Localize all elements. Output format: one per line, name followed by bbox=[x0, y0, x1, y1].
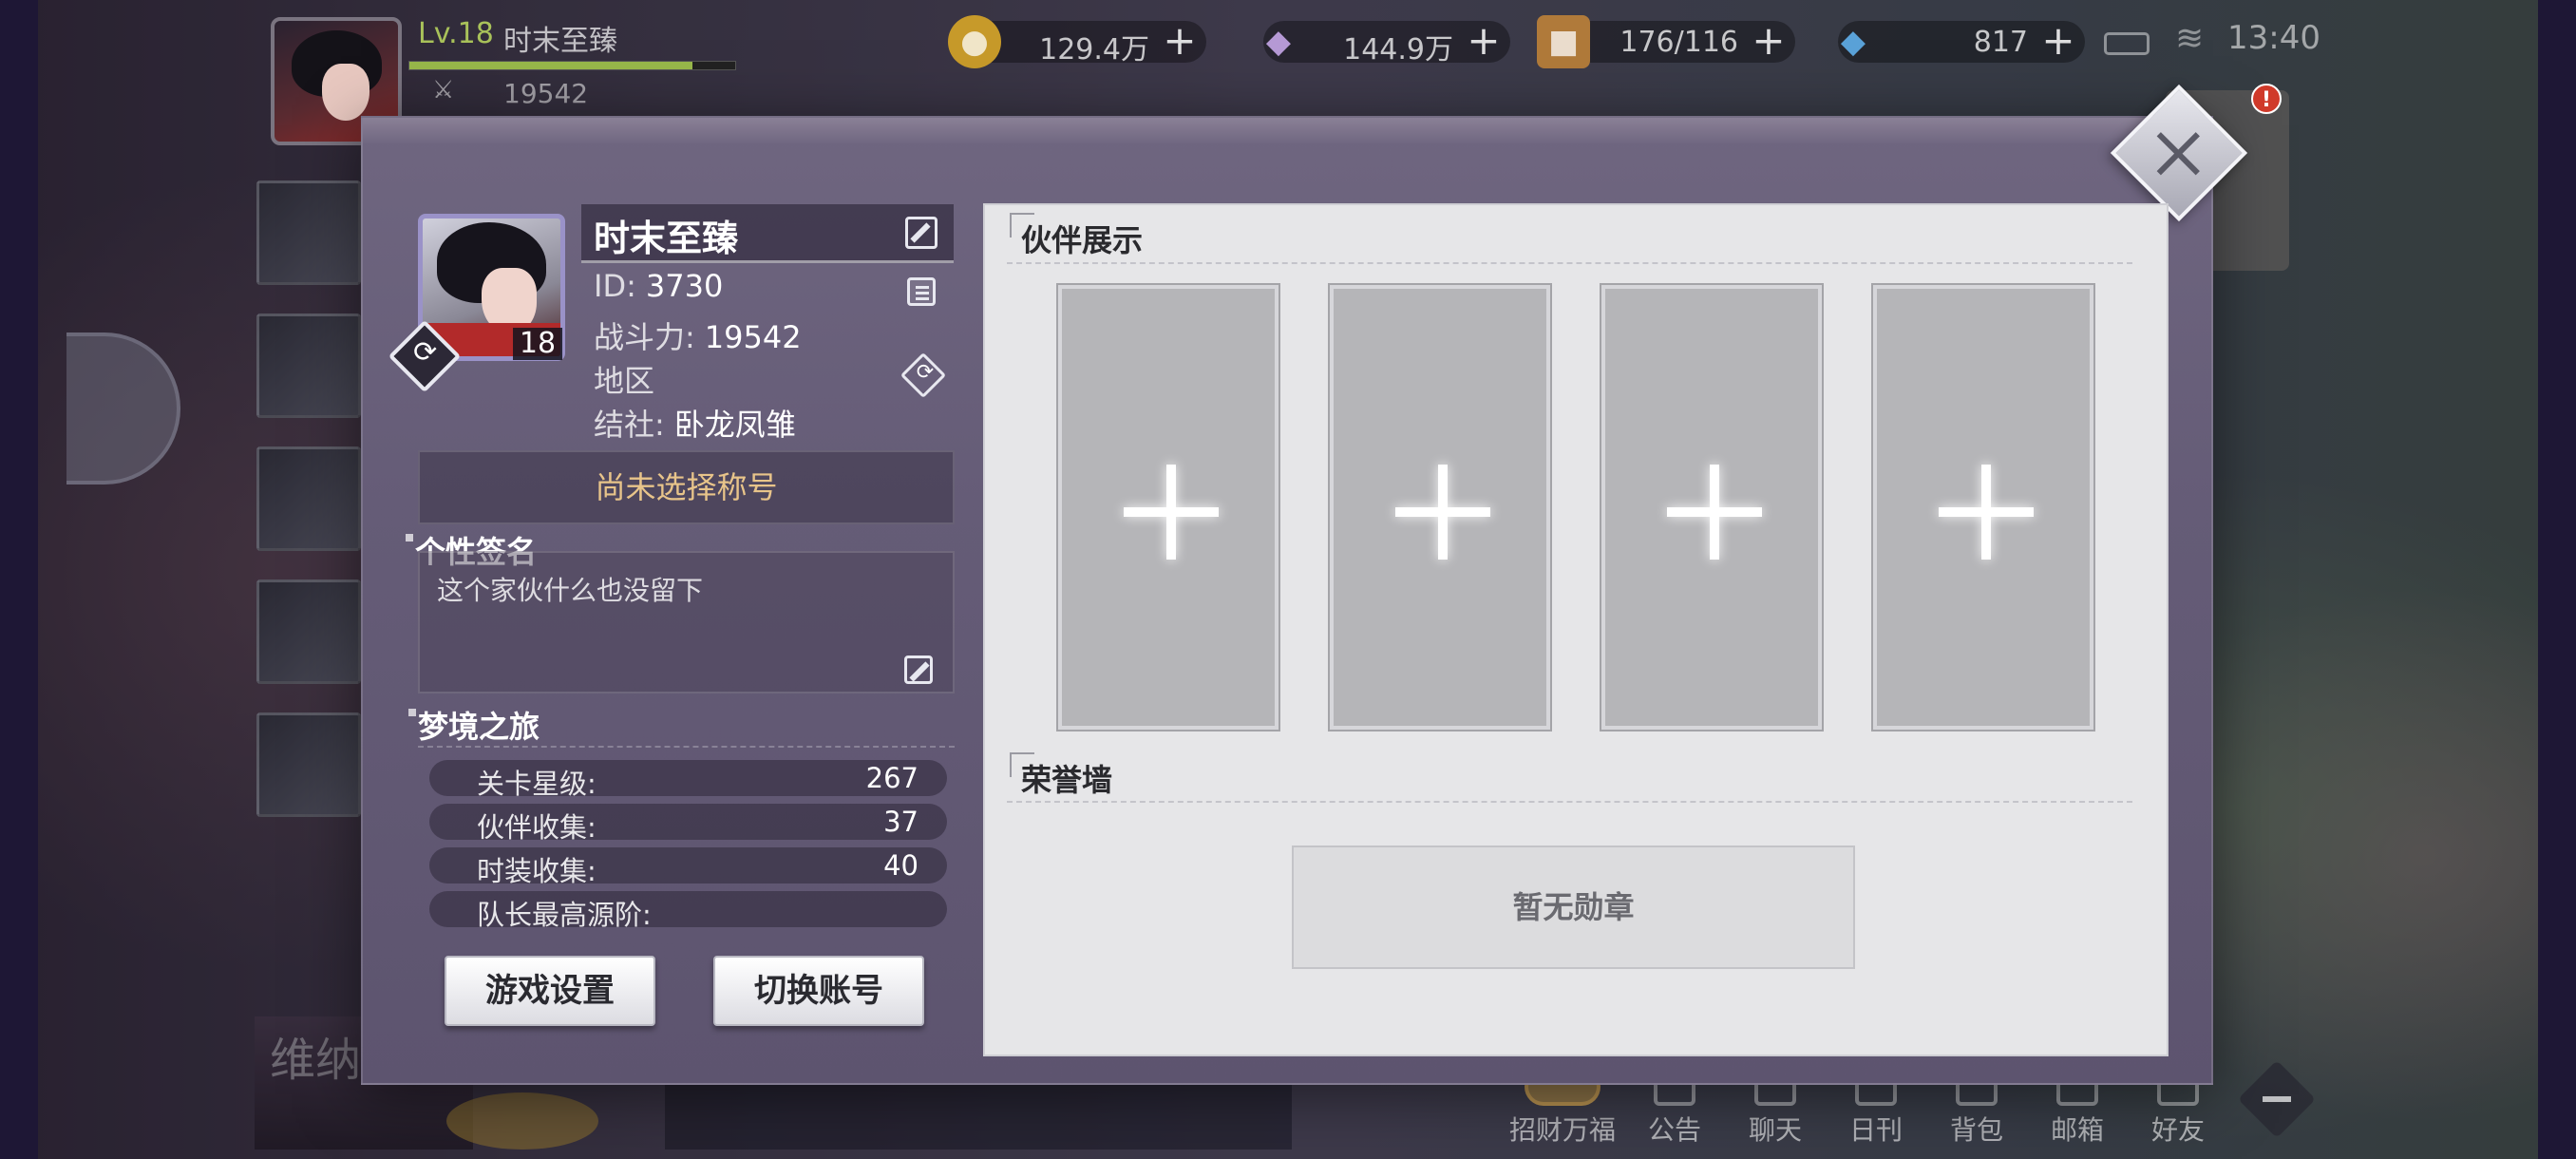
guild-value: 卧龙凤雏 bbox=[673, 407, 796, 443]
stat-value: 40 bbox=[883, 849, 919, 882]
profile-name: 时末至臻 bbox=[594, 218, 739, 259]
section-divider bbox=[1007, 801, 2132, 803]
stat-captain-max-rank: 队长最高源阶: bbox=[429, 891, 947, 931]
copy-id-icon[interactable] bbox=[907, 277, 936, 306]
section-marker bbox=[1010, 213, 1034, 238]
partner-slot-4[interactable] bbox=[1871, 283, 2095, 732]
section-marker bbox=[1010, 752, 1034, 777]
section-divider bbox=[1007, 262, 2132, 264]
id-label: ID: bbox=[594, 268, 636, 304]
signature-text: 这个家伙什么也没留下 bbox=[437, 575, 704, 606]
stamina-chest-icon: ■ bbox=[1537, 15, 1590, 68]
battery-icon bbox=[2104, 32, 2150, 55]
stat-label: 关卡星级: bbox=[477, 768, 597, 800]
hud-player-name: 时末至臻 bbox=[503, 25, 617, 58]
avatar-face bbox=[322, 64, 369, 121]
plus-icon bbox=[1124, 465, 1219, 560]
power-row: 战斗力: 19542 bbox=[594, 314, 802, 357]
hud-power: 19542 bbox=[503, 78, 589, 109]
region-row: 地区 bbox=[594, 357, 654, 401]
partner-slot-3[interactable] bbox=[1600, 283, 1824, 732]
add-stamina-button[interactable]: + bbox=[1748, 21, 1790, 63]
plus-icon bbox=[1667, 465, 1762, 560]
stat-value: 37 bbox=[883, 806, 919, 838]
hud-level: Lv.18 bbox=[418, 17, 494, 50]
honor-wall-heading: 荣誉墙 bbox=[1010, 752, 1113, 800]
gold-coin-icon: ● bbox=[948, 15, 1001, 68]
plus-icon bbox=[1939, 465, 2034, 560]
clock-time: 13:40 bbox=[2227, 19, 2320, 57]
heading-text: 伙伴展示 bbox=[1021, 222, 1144, 258]
power-value: 19542 bbox=[704, 319, 802, 355]
resource-crystal: ◆ 144.9万 + bbox=[1263, 21, 1510, 66]
stat-partner-collection: 伙伴收集: 37 bbox=[429, 804, 947, 844]
nav-label: 日刊 bbox=[1848, 1114, 1903, 1146]
nav-label: 好友 bbox=[2150, 1114, 2205, 1146]
plus-icon bbox=[1395, 465, 1490, 560]
switch-account-button[interactable]: 切换账号 bbox=[713, 956, 924, 1026]
hud-xp-bar bbox=[408, 61, 736, 70]
partner-slot-2[interactable] bbox=[1328, 283, 1552, 732]
id-value: 3730 bbox=[645, 268, 724, 304]
avatar-level-badge: 18 bbox=[513, 328, 562, 360]
alert-badge: ! bbox=[2251, 84, 2282, 114]
nav-label: 招财万福 bbox=[1508, 1114, 1616, 1146]
stat-costume-collection: 时装收集: 40 bbox=[429, 847, 947, 887]
guild-label: 结社: bbox=[594, 407, 665, 443]
partner-slot-1[interactable] bbox=[1056, 283, 1280, 732]
wifi-icon: ≋ bbox=[2175, 19, 2205, 58]
add-crystal-button[interactable]: + bbox=[1463, 21, 1505, 63]
stat-label: 队长最高源阶: bbox=[477, 899, 652, 931]
edit-signature-icon[interactable] bbox=[904, 656, 933, 684]
add-gold-button[interactable]: + bbox=[1159, 21, 1201, 63]
id-row: ID: 3730 bbox=[594, 268, 723, 304]
heading-text: 荣誉墙 bbox=[1021, 762, 1113, 798]
sword-icon: ⚔ bbox=[432, 76, 455, 104]
partner-showcase-heading: 伙伴展示 bbox=[1010, 213, 1144, 260]
section-divider bbox=[418, 746, 955, 748]
title-selector[interactable]: 尚未选择称号 bbox=[418, 450, 955, 524]
guild-row: 结社: 卧龙凤雏 bbox=[594, 401, 796, 445]
resource-gold: ● 129.4万 + bbox=[948, 15, 1206, 68]
resource-value: 144.9万 bbox=[1343, 33, 1453, 66]
dream-journey-heading: 梦境之旅 bbox=[407, 703, 540, 747]
edit-name-icon[interactable] bbox=[905, 217, 938, 249]
no-medals-placeholder: 暂无勋章 bbox=[1292, 846, 1855, 969]
nav-label: 公告 bbox=[1647, 1114, 1701, 1146]
nav-label: 邮箱 bbox=[2050, 1114, 2104, 1146]
game-settings-button[interactable]: 游戏设置 bbox=[445, 956, 655, 1026]
resource-value: 129.4万 bbox=[1039, 33, 1149, 66]
power-label: 战斗力: bbox=[594, 319, 695, 355]
resource-diamond: ◆ 817 + bbox=[1838, 21, 2085, 63]
stat-value: 267 bbox=[865, 762, 919, 794]
stat-label: 伙伴收集: bbox=[477, 811, 597, 844]
region-label: 地区 bbox=[594, 363, 655, 399]
nav-label: 背包 bbox=[1949, 1114, 2003, 1146]
diamond-icon: ◆ bbox=[1840, 23, 1866, 61]
stat-label: 时装收集: bbox=[477, 855, 597, 887]
nav-label: 聊天 bbox=[1748, 1114, 1802, 1146]
modal-top-strip bbox=[363, 118, 2211, 144]
stat-stage-stars: 关卡星级: 267 bbox=[429, 760, 947, 800]
hud-xp-fill bbox=[409, 62, 693, 69]
resource-value: 176/116 bbox=[1619, 26, 1738, 59]
add-diamond-button[interactable]: + bbox=[2037, 21, 2079, 63]
crystal-icon: ◆ bbox=[1265, 23, 1292, 61]
resource-value: 817 bbox=[1973, 26, 2028, 59]
resource-stamina: ■ 176/116 + bbox=[1537, 15, 1795, 68]
